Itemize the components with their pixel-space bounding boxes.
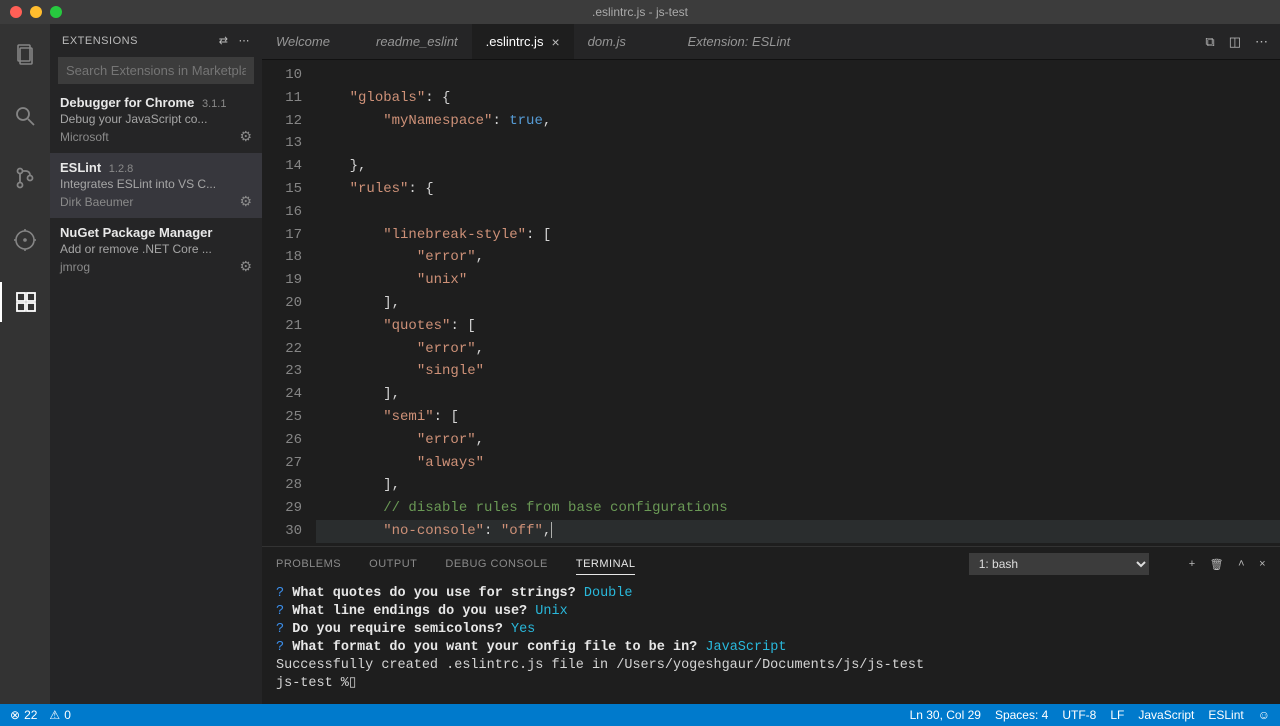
- gear-icon[interactable]: ⚙: [239, 193, 252, 210]
- gear-icon[interactable]: ⚙: [239, 128, 252, 145]
- panel-maximize-icon[interactable]: ˄: [1238, 558, 1245, 571]
- panel-close-icon[interactable]: ×: [1259, 558, 1266, 571]
- kill-terminal-icon[interactable]: 🗑: [1210, 558, 1224, 571]
- terminal-output[interactable]: ? What quotes do you use for strings? Do…: [262, 581, 1280, 704]
- extensions-list: Debugger for Chrome 3.1.1 Debug your Jav…: [50, 88, 262, 283]
- extension-item[interactable]: Debugger for Chrome 3.1.1 Debug your Jav…: [50, 88, 262, 153]
- extension-item[interactable]: NuGet Package Manager Add or remove .NET…: [50, 218, 262, 283]
- window-minimize-button[interactable]: [30, 6, 42, 18]
- line-gutter: 1011121314151617181920212223242526272829…: [262, 60, 316, 546]
- code-editor[interactable]: 1011121314151617181920212223242526272829…: [262, 60, 1280, 546]
- gear-icon[interactable]: ⚙: [239, 258, 252, 275]
- editor-tab[interactable]: readme_eslint: [362, 24, 472, 59]
- search-extensions-input[interactable]: [58, 57, 254, 84]
- window-title: .eslintrc.js - js-test: [592, 5, 688, 19]
- editor-tab[interactable]: .eslintrc.js×: [472, 24, 574, 59]
- sidebar-title: EXTENSIONS: [62, 35, 138, 47]
- code-area[interactable]: "globals": { "myNamespace": true, }, "ru…: [316, 60, 1280, 546]
- status-bar: ⊗ 22 ⚠ 0 Ln 30, Col 29 Spaces: 4 UTF-8 L…: [0, 704, 1280, 726]
- panel-tab[interactable]: TERMINAL: [576, 554, 636, 575]
- debug-icon[interactable]: [0, 220, 50, 260]
- extensions-icon[interactable]: [0, 282, 50, 322]
- explorer-icon[interactable]: [0, 34, 50, 74]
- filter-icon[interactable]: ⇄: [219, 34, 229, 47]
- panel-tabs: PROBLEMS OUTPUT DEBUG CONSOLE TERMINAL 1: ba…: [262, 547, 1280, 581]
- new-terminal-icon[interactable]: +: [1189, 558, 1196, 571]
- editor-tabs: Welcomereadme_eslint.eslintrc.js×dom.jsE…: [262, 24, 1280, 60]
- editor-tab[interactable]: Welcome: [262, 24, 362, 59]
- window-zoom-button[interactable]: [50, 6, 62, 18]
- titlebar: .eslintrc.js - js-test: [0, 0, 1280, 24]
- editor-tab[interactable]: Extension: ESLint: [674, 24, 805, 59]
- extensions-sidebar: EXTENSIONS ⇄ ⋯ Debugger for Chrome 3.1.1…: [50, 24, 262, 704]
- terminal-shell-select[interactable]: 1: bash: [969, 553, 1149, 575]
- split-editor-icon[interactable]: ◫: [1229, 34, 1241, 50]
- panel-tab[interactable]: PROBLEMS: [276, 554, 341, 574]
- bottom-panel: PROBLEMS OUTPUT DEBUG CONSOLE TERMINAL 1: ba…: [262, 546, 1280, 704]
- editor-tab[interactable]: dom.js: [574, 24, 674, 59]
- panel-tab[interactable]: OUTPUT: [369, 554, 417, 574]
- window-close-button[interactable]: [10, 6, 22, 18]
- more-icon[interactable]: ⋯: [1255, 34, 1268, 50]
- compare-icon[interactable]: ⧉: [1205, 34, 1214, 50]
- search-icon[interactable]: [0, 96, 50, 136]
- source-control-icon[interactable]: [0, 158, 50, 198]
- activity-bar: [0, 24, 50, 704]
- extension-item[interactable]: ESLint 1.2.8 Integrates ESLint into VS C…: [50, 153, 262, 218]
- close-icon[interactable]: ×: [551, 34, 559, 50]
- panel-tab[interactable]: DEBUG CONSOLE: [445, 554, 547, 574]
- more-icon[interactable]: ⋯: [239, 34, 251, 47]
